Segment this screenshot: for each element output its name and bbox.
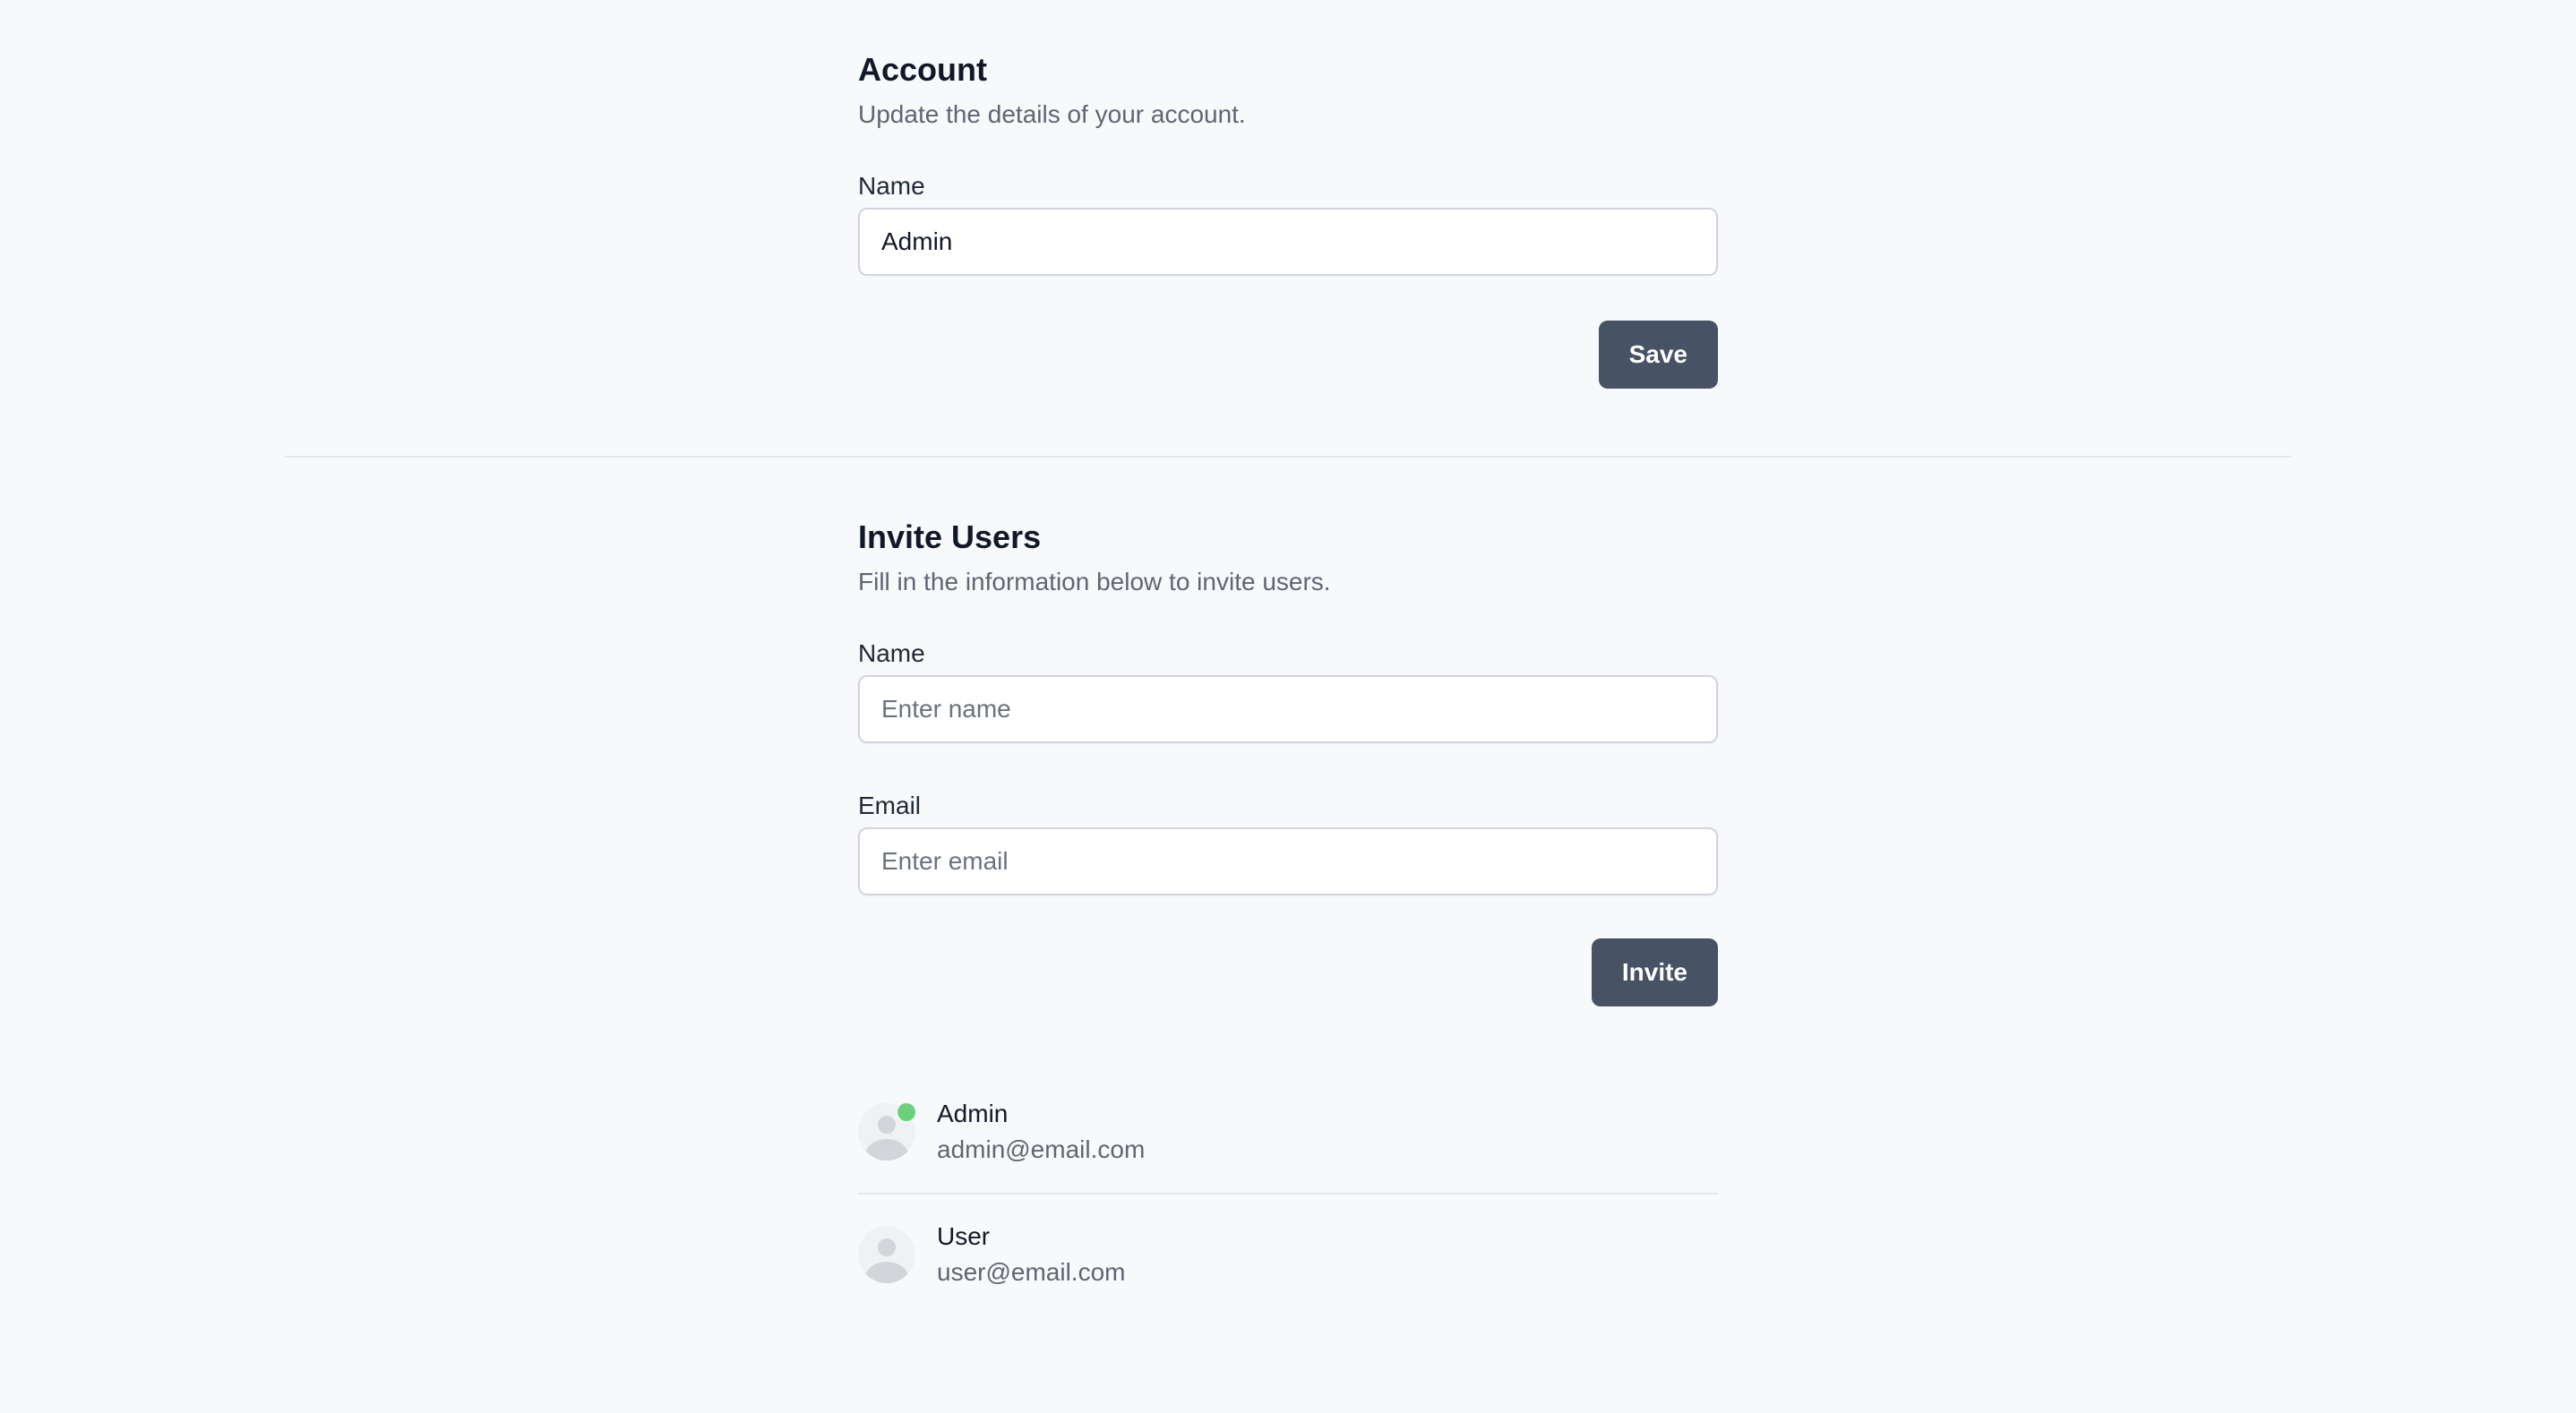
invite-email-input[interactable] bbox=[858, 827, 1718, 895]
invite-description: Fill in the information below to invite … bbox=[858, 568, 1331, 595]
save-button[interactable]: Save bbox=[1598, 321, 1718, 389]
invite-name-input[interactable] bbox=[858, 675, 1718, 743]
user-info: User user@email.com bbox=[937, 1219, 1125, 1290]
account-description: Update the details of your account. bbox=[858, 100, 1246, 128]
user-name: Admin bbox=[937, 1100, 1009, 1127]
avatar bbox=[858, 1226, 915, 1283]
invite-email-field-group: Email bbox=[858, 788, 1718, 895]
list-item: Admin admin@email.com bbox=[858, 1071, 1718, 1193]
invite-button[interactable]: Invite bbox=[1591, 938, 1718, 1006]
account-name-input[interactable] bbox=[858, 208, 1718, 276]
invite-name-label: Name bbox=[858, 639, 925, 667]
user-list: Admin admin@email.com User user@email.co… bbox=[858, 1071, 1718, 1315]
account-title: Account bbox=[858, 51, 987, 88]
user-email: user@email.com bbox=[937, 1258, 1126, 1286]
invite-name-field-group: Name bbox=[858, 636, 1718, 743]
account-actions: Save bbox=[858, 321, 1718, 389]
user-name: User bbox=[937, 1222, 991, 1250]
account-name-label: Name bbox=[858, 172, 925, 200]
invite-title: Invite Users bbox=[858, 518, 1042, 555]
section-divider bbox=[285, 456, 2291, 458]
avatar bbox=[858, 1101, 917, 1160]
account-section: Account Update the details of your accou… bbox=[858, 47, 1718, 389]
list-item: User user@email.com bbox=[858, 1193, 1718, 1315]
settings-page: Account Update the details of your accou… bbox=[0, 0, 2576, 1413]
online-status-icon bbox=[896, 1101, 917, 1123]
user-avatar-icon bbox=[858, 1226, 915, 1283]
invite-actions: Invite bbox=[858, 938, 1718, 1006]
invite-users-section: Invite Users Fill in the information bel… bbox=[858, 514, 1718, 1006]
invite-email-label: Email bbox=[858, 792, 922, 819]
user-email: admin@email.com bbox=[937, 1135, 1146, 1163]
account-name-field-group: Name bbox=[858, 168, 1718, 276]
user-info: Admin admin@email.com bbox=[937, 1096, 1145, 1168]
